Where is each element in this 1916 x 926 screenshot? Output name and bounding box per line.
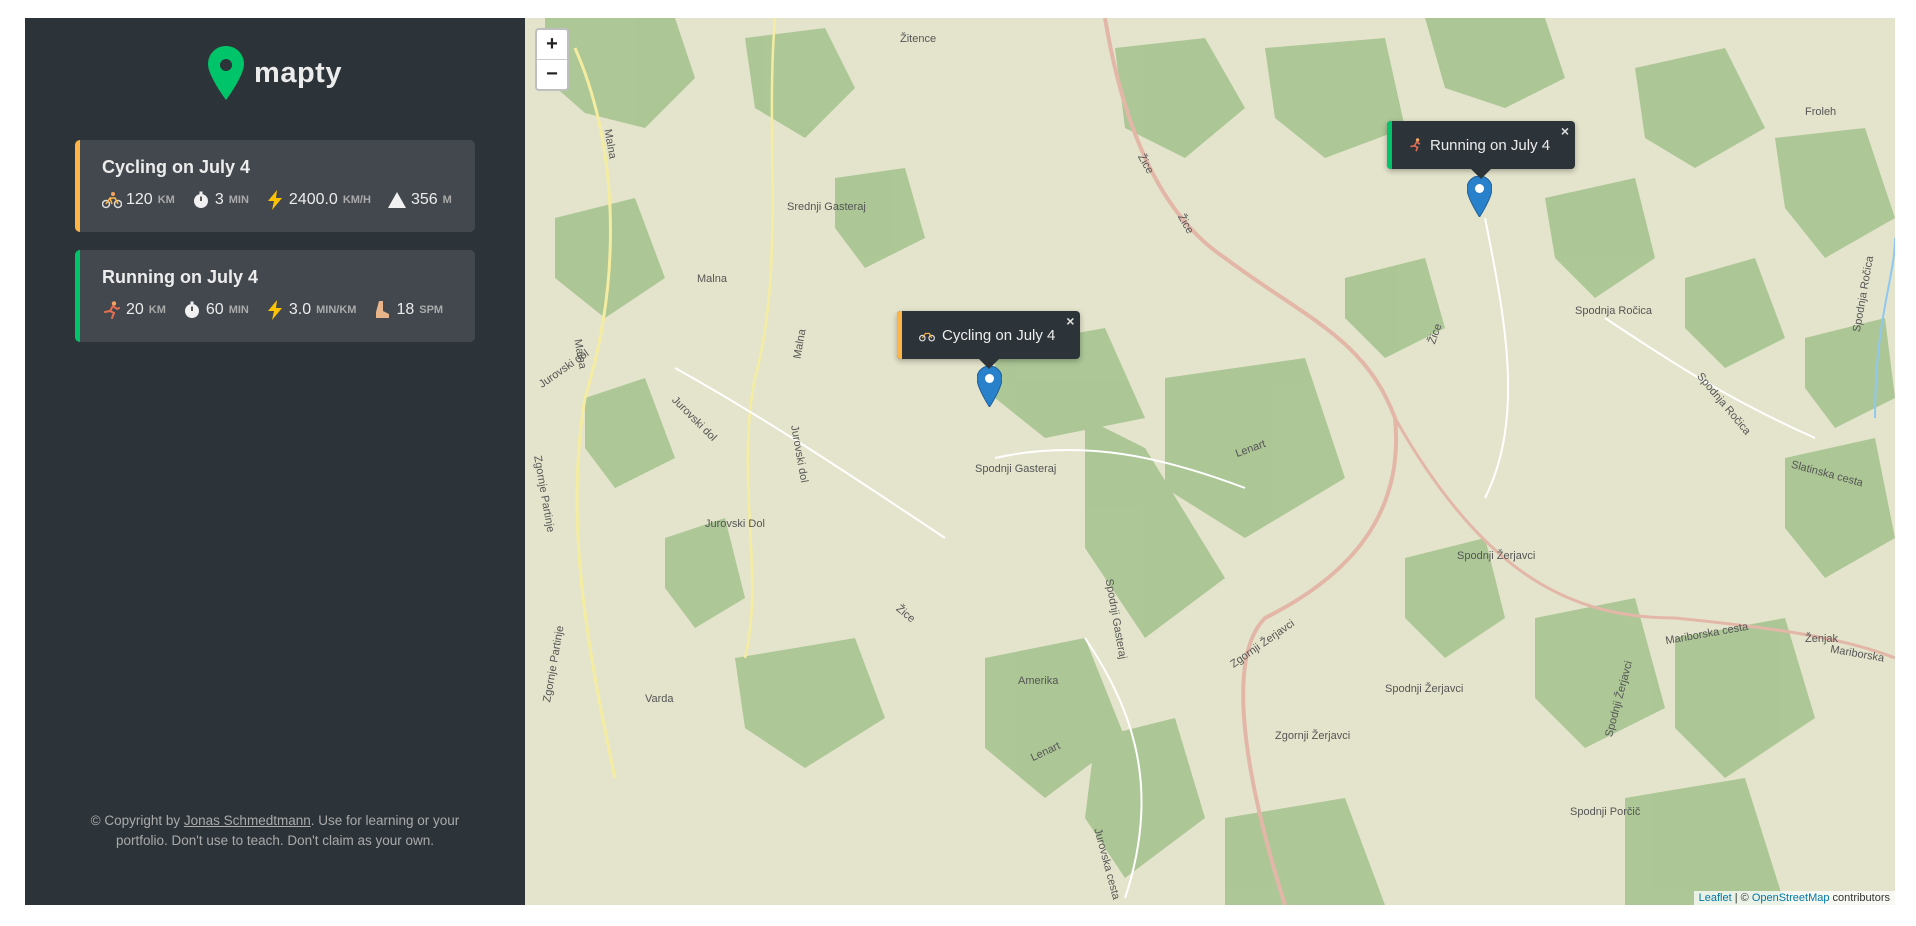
workout-detail-elevation: 356 m xyxy=(387,190,452,210)
leaflet-link[interactable]: Leaflet xyxy=(1699,892,1732,904)
osm-link[interactable]: OpenStreetMap xyxy=(1752,892,1830,904)
runner-icon xyxy=(1409,138,1423,152)
workout-details: 20 km 60 min 3.0 xyxy=(102,300,475,320)
author-link[interactable]: Jonas Schmedtmann xyxy=(184,813,311,828)
map-label: Amerika xyxy=(1018,675,1059,687)
zoom-control: + − xyxy=(535,28,569,91)
map-label: Spodnja Ročica xyxy=(1575,305,1653,317)
popup-close-button[interactable]: × xyxy=(1066,313,1074,329)
cyclist-icon xyxy=(919,328,935,342)
map-attribution: Leaflet | © OpenStreetMap contributors xyxy=(1693,891,1895,905)
detail-value: 20 xyxy=(126,301,144,318)
map-label: Jurovski Dol xyxy=(705,518,765,530)
map-marker-cycling[interactable] xyxy=(977,366,1002,407)
map-label: Malna xyxy=(697,273,727,285)
detail-unit: km xyxy=(148,304,166,316)
map-pin-icon xyxy=(208,46,245,100)
app-container: mapty Cycling on July 4 120 km xyxy=(25,18,1895,905)
map-label: Spodnji Porčič xyxy=(1570,806,1641,818)
workout-item-cycling[interactable]: Cycling on July 4 120 km 3 m xyxy=(75,140,475,232)
popup-tip xyxy=(978,359,999,369)
map-label: Zgornji Žerjavci xyxy=(1275,730,1351,742)
map-marker-running[interactable] xyxy=(1467,176,1492,217)
popup-cycling: Cycling on July 4 × xyxy=(897,311,1081,369)
map-label: Varda xyxy=(645,693,674,705)
copyright-prefix: © Copyright by xyxy=(90,813,184,828)
workout-list: Cycling on July 4 120 km 3 m xyxy=(75,140,475,360)
workout-detail-distance: 20 km xyxy=(102,300,166,320)
workout-detail-duration: 3 min xyxy=(191,190,249,210)
popup-close-button[interactable]: × xyxy=(1561,123,1569,139)
detail-unit: min/km xyxy=(316,304,357,316)
popup-tip xyxy=(1471,169,1492,179)
detail-value: 3 xyxy=(214,191,224,208)
detail-unit: km xyxy=(157,194,175,206)
detail-value: 3.0 xyxy=(288,301,312,318)
attribution-separator: | © xyxy=(1731,892,1752,904)
workout-detail-pace: 3.0 min/km xyxy=(265,300,357,320)
logo-text: mapty xyxy=(254,56,342,89)
map-label: Ženjak xyxy=(1805,633,1839,645)
lightning-icon xyxy=(265,190,285,210)
zoom-out-button[interactable]: − xyxy=(537,60,567,89)
detail-value: 2400.0 xyxy=(288,191,338,208)
map-label: Froleh xyxy=(1805,106,1837,118)
detail-unit: spm xyxy=(419,304,444,316)
stopwatch-icon xyxy=(182,300,202,320)
mountain-icon xyxy=(387,190,407,210)
popup-label: Cycling on July 4 xyxy=(942,326,1056,344)
sidebar: mapty Cycling on July 4 120 km xyxy=(25,18,525,905)
map-label: Spodnji Žerjavci xyxy=(1457,550,1536,562)
copyright: © Copyright by Jonas Schmedtmann. Use fo… xyxy=(85,811,465,852)
detail-value: 60 xyxy=(205,301,224,318)
footprint-icon xyxy=(372,300,392,320)
lightning-icon xyxy=(265,300,285,320)
detail-unit: min xyxy=(228,194,249,206)
detail-value: 356 xyxy=(410,191,438,208)
workout-detail-speed: 2400.0 km/h xyxy=(265,190,371,210)
popup-running: Running on July 4 × xyxy=(1387,121,1576,179)
detail-unit: m xyxy=(442,194,452,206)
map-label: Spodnji Gasteraj xyxy=(975,463,1057,475)
workout-detail-distance: 120 km xyxy=(102,190,175,210)
map-label: Žitence xyxy=(900,33,937,45)
detail-value: 120 xyxy=(126,191,153,208)
workout-detail-cadence: 18 spm xyxy=(372,300,443,320)
map-label: Srednji Gasteraj xyxy=(787,201,866,213)
workout-title: Running on July 4 xyxy=(102,267,258,287)
workout-title: Cycling on July 4 xyxy=(102,157,251,177)
stopwatch-icon xyxy=(191,190,211,210)
popup-label: Running on July 4 xyxy=(1430,136,1551,154)
runner-icon xyxy=(102,300,122,320)
workout-item-running[interactable]: Running on July 4 20 km 60 m xyxy=(75,250,475,342)
zoom-in-button[interactable]: + xyxy=(537,30,567,60)
detail-value: 18 xyxy=(396,301,415,318)
map[interactable]: Žitence Froleh Srednji Gasteraj Malna Ma… xyxy=(525,18,1895,905)
cyclist-icon xyxy=(102,190,122,210)
workout-detail-duration: 60 min xyxy=(182,300,249,320)
detail-unit: min xyxy=(228,304,249,316)
detail-unit: km/h xyxy=(342,194,371,206)
map-label: Spodnji Žerjavci xyxy=(1385,683,1464,695)
workout-details: 120 km 3 min 2400.0 xyxy=(102,190,475,210)
attribution-suffix: contributors xyxy=(1829,892,1890,904)
map-tiles[interactable] xyxy=(525,18,1895,905)
logo: mapty xyxy=(25,46,525,100)
